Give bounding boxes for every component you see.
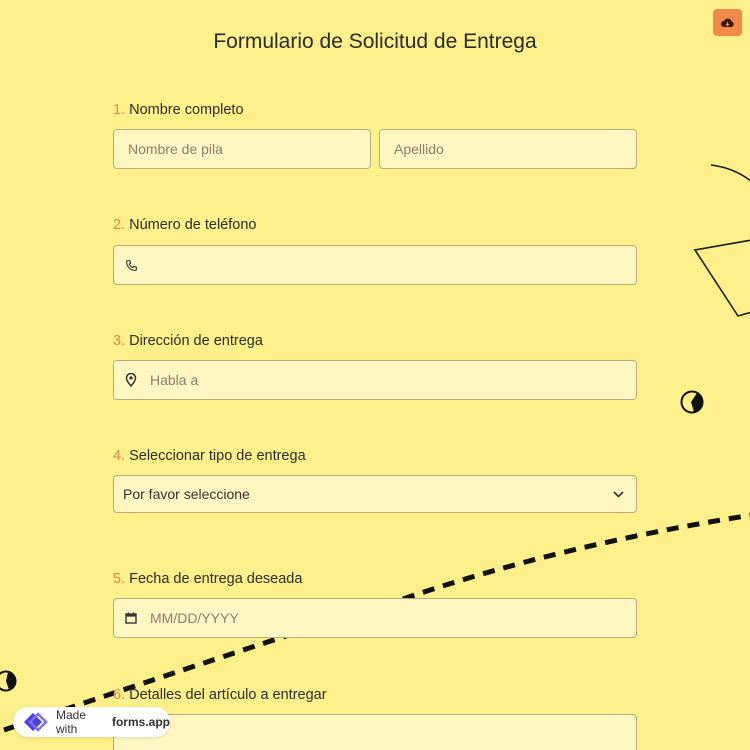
decor-kite [693, 239, 750, 317]
question-2-label: 2. Número de teléfono [113, 217, 256, 233]
question-4-text: Seleccionar tipo de entrega [129, 448, 306, 464]
question-5-text: Fecha de entrega deseada [129, 571, 303, 587]
decor-circle-left [0, 670, 17, 692]
first-name-placeholder: Nombre de pila [128, 141, 223, 157]
question-4-label: 4. Seleccionar tipo de entrega [113, 448, 306, 464]
question-5-number: 5. [113, 571, 126, 587]
phone-field[interactable] [113, 245, 637, 285]
question-6-label: 6. Detalles del artículo a entregar [113, 687, 327, 703]
form-page: Formulario de Solicitud de Entrega 1. Nom… [0, 0, 750, 750]
question-6-text: Detalles del artículo a entregar [129, 687, 327, 703]
decor-circle-right [680, 390, 704, 414]
chevron-down-icon [613, 490, 624, 498]
question-1-label: 1. Nombre completo [113, 102, 244, 118]
delivery-type-select[interactable]: Por favor seleccione [113, 475, 637, 513]
delivery-date-field[interactable]: MM/DD/YYYY [113, 598, 637, 638]
question-2-text: Número de teléfono [129, 217, 257, 233]
decor-arc [710, 164, 750, 182]
last-name-field[interactable]: Apellido [379, 129, 637, 169]
question-1-text: Nombre completo [129, 102, 244, 118]
forms-app-logo-icon [20, 711, 50, 733]
delivery-type-selected: Por favor seleccione [123, 486, 250, 502]
question-3-label: 3. Dirección de entrega [113, 333, 263, 349]
made-with-badge[interactable]: Made with forms.app [13, 707, 170, 737]
phone-icon [124, 258, 138, 272]
address-field[interactable]: Habla a [113, 360, 637, 400]
question-1-number: 1. [113, 102, 126, 118]
address-placeholder: Habla a [150, 372, 199, 388]
item-details-field[interactable] [113, 714, 637, 750]
question-6-number: 6. [113, 687, 126, 703]
question-2-number: 2. [113, 217, 126, 233]
last-name-placeholder: Apellido [394, 141, 444, 157]
question-4-number: 4. [113, 448, 126, 464]
cloud-download-icon [721, 18, 734, 27]
first-name-field[interactable]: Nombre de pila [113, 129, 371, 169]
question-3-number: 3. [113, 333, 126, 349]
calendar-icon [124, 611, 138, 625]
badge-brand: forms.app [111, 715, 170, 729]
form-title: Formulario de Solicitud de Entrega [213, 30, 537, 53]
badge-prefix: Made with [56, 708, 87, 736]
delivery-date-placeholder: MM/DD/YYYY [150, 610, 239, 626]
question-5-label: 5. Fecha de entrega deseada [113, 571, 302, 587]
map-pin-icon [124, 373, 138, 387]
question-3-text: Dirección de entrega [129, 333, 263, 349]
